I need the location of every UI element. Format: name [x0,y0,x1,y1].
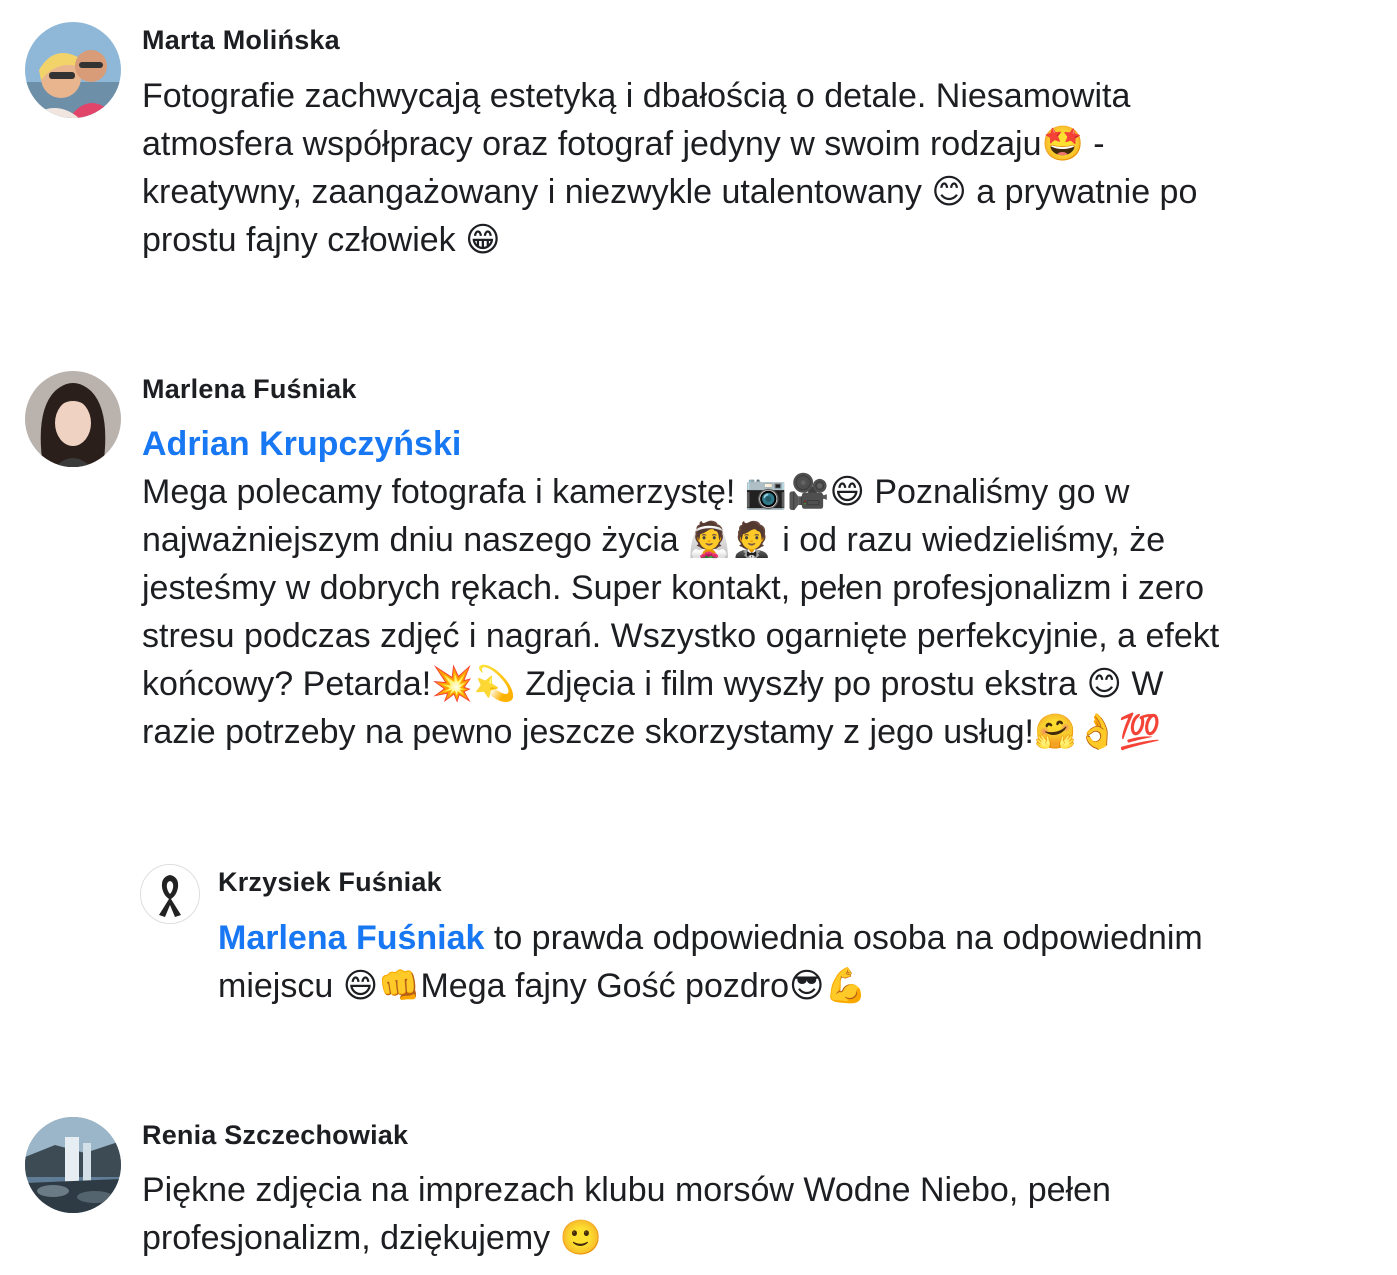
comment-author[interactable]: Krzysiek Fuśniak [218,867,442,898]
avatar[interactable] [25,371,121,467]
comment-text: Fotografie zachwycają estetyką i dbałośc… [142,72,1197,264]
comment-text-line: prostu fajny człowiek 😁 [142,221,501,259]
avatar[interactable] [25,1117,121,1213]
comment-text-segment: to prawda odpowiednia osoba na odpowiedn… [484,919,1203,957]
avatar[interactable] [140,864,200,924]
comment-author[interactable]: Renia Szczechowiak [142,1120,408,1151]
comment-text-line: miejscu 😄👊Mega fajny Gość pozdro😎💪 [218,967,867,1005]
comment-text-line: Mega polecamy fotografa i kamerzystę! 📷🎥… [142,473,1130,511]
mention-link[interactable]: Adrian Krupczyński [142,420,1219,468]
avatar[interactable] [25,22,121,118]
mention-link[interactable]: Marlena Fuśniak [218,919,484,957]
comment-text-line: profesjonalizm, dziękujemy 🙂 [142,1219,602,1257]
comment-text: Marlena Fuśniak to prawda odpowiednia os… [218,914,1203,1010]
comment-text-line: Fotografie zachwycają estetyką i dbałośc… [142,77,1131,115]
comment-text-line: razie potrzeby na pewno jeszcze skorzyst… [142,713,1161,751]
comment-text: Piękne zdjęcia na imprezach klubu morsów… [142,1166,1111,1262]
comment-text-line: końcowy? Petarda!💥💫 Zdjęcia i film wyszł… [142,665,1164,703]
comment-text-line: najważniejszym dniu naszego życia 👰🤵 i o… [142,521,1166,559]
comment-text-line: Marlena Fuśniak to prawda odpowiednia os… [218,914,1203,962]
comment-text-line: stresu podczas zdjęć i nagrań. Wszystko … [142,617,1220,655]
comment-text-line: kreatywny, zaangażowany i niezwykle utal… [142,173,1198,211]
comment-text-line: jesteśmy w dobrych rękach. Super kontakt… [142,569,1205,607]
comment-author[interactable]: Marta Molińska [142,25,340,56]
comment-text-line: atmosfera współpracy oraz fotograf jedyn… [142,125,1105,163]
comment-author[interactable]: Marlena Fuśniak [142,374,357,405]
comment-text: Adrian Krupczyński Mega polecamy fotogra… [142,420,1219,756]
comment-text-line: Piękne zdjęcia na imprezach klubu morsów… [142,1171,1111,1209]
